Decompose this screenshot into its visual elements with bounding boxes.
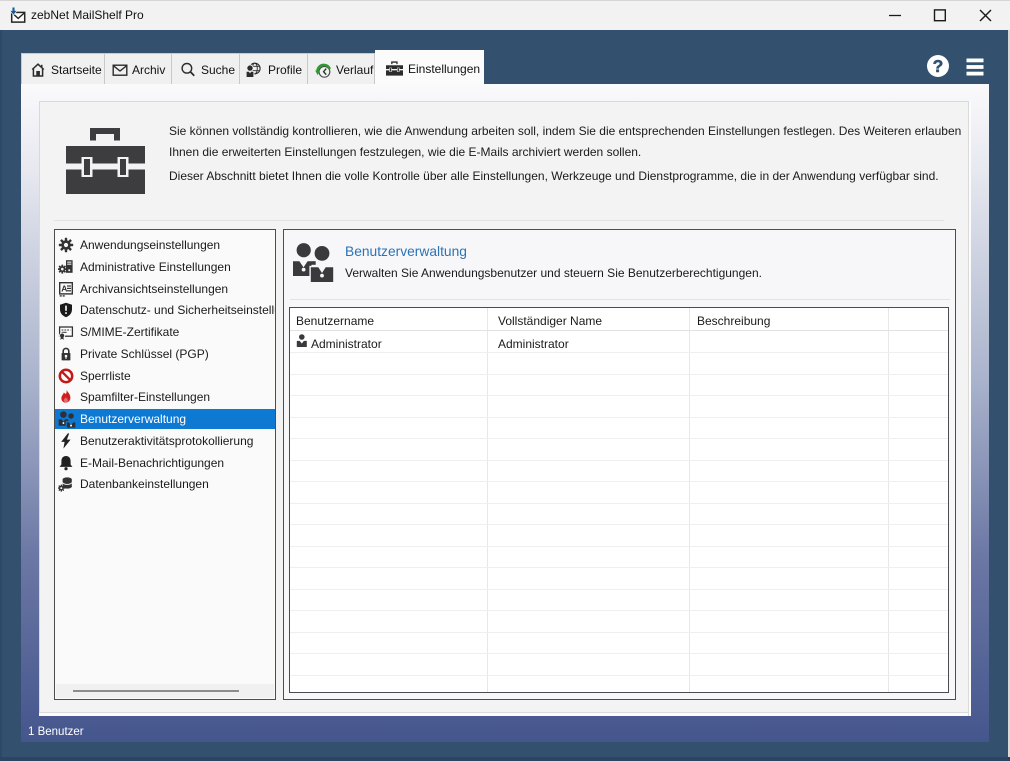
svg-text:?: ? — [933, 56, 944, 76]
svg-text:A: A — [61, 283, 67, 293]
